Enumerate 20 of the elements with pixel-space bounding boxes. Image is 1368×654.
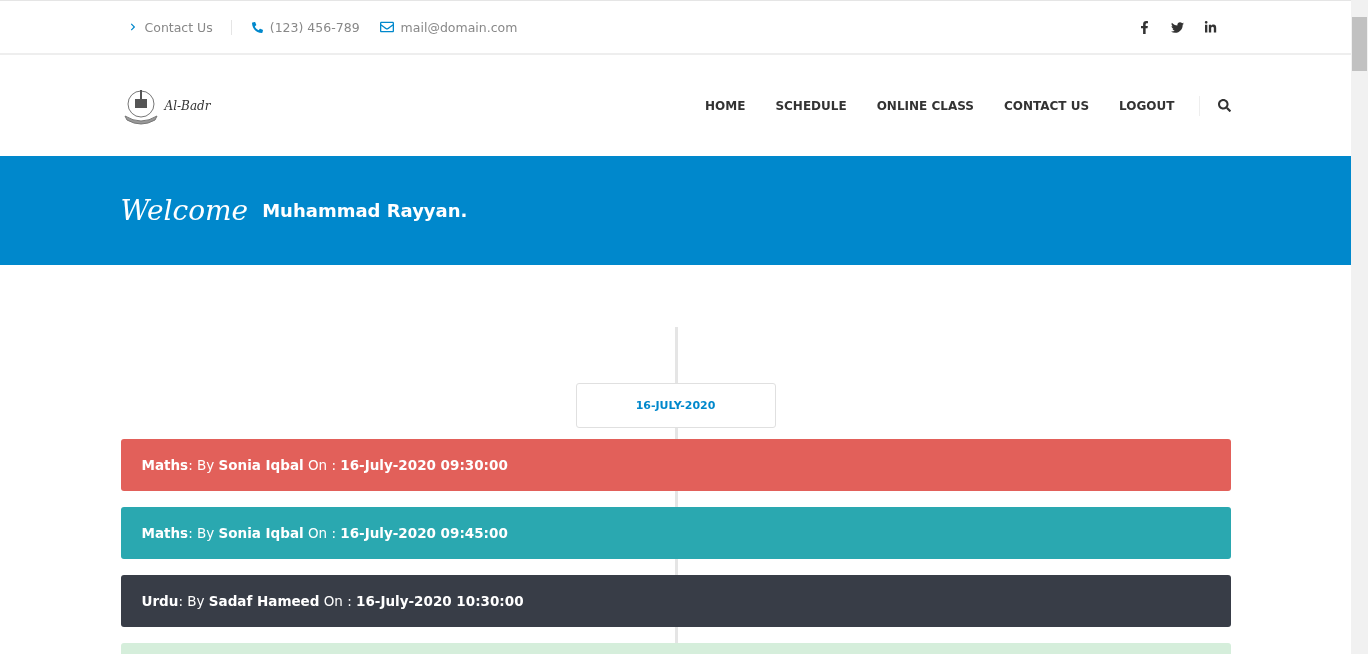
class-entry[interactable]: Urdu: By Sadaf Hameed On : 16-July-2020 10:30:00: [120, 575, 1231, 627]
phone-icon: [251, 21, 263, 33]
chevron-icon: [128, 23, 137, 31]
nav-link[interactable]: CONTACT US: [1003, 98, 1090, 113]
logo-text: Al-Badr: [164, 98, 211, 113]
scrollbar[interactable]: [1351, 0, 1368, 654]
phone-number: (123) 456-789: [269, 19, 360, 35]
nav-link[interactable]: HOME: [705, 98, 746, 113]
nav-link[interactable]: ONLINE CLASS: [876, 98, 974, 113]
welcome-heading: Welcome: [120, 194, 249, 227]
search-icon[interactable]: [1217, 99, 1231, 112]
date-label: 16-JULY-2020: [575, 383, 776, 428]
envelope-icon: [379, 20, 394, 34]
twitter-icon[interactable]: [1170, 20, 1184, 34]
contact-link[interactable]: Contact Us: [128, 19, 232, 35]
linkedin-icon[interactable]: [1203, 20, 1217, 34]
nav-link[interactable]: LOGOUT: [1119, 98, 1175, 113]
user-name: Muhammad Rayyan.: [262, 200, 468, 221]
email-address: mail@domain.com: [400, 19, 518, 35]
nav-link[interactable]: SCHEDULE: [775, 98, 847, 113]
